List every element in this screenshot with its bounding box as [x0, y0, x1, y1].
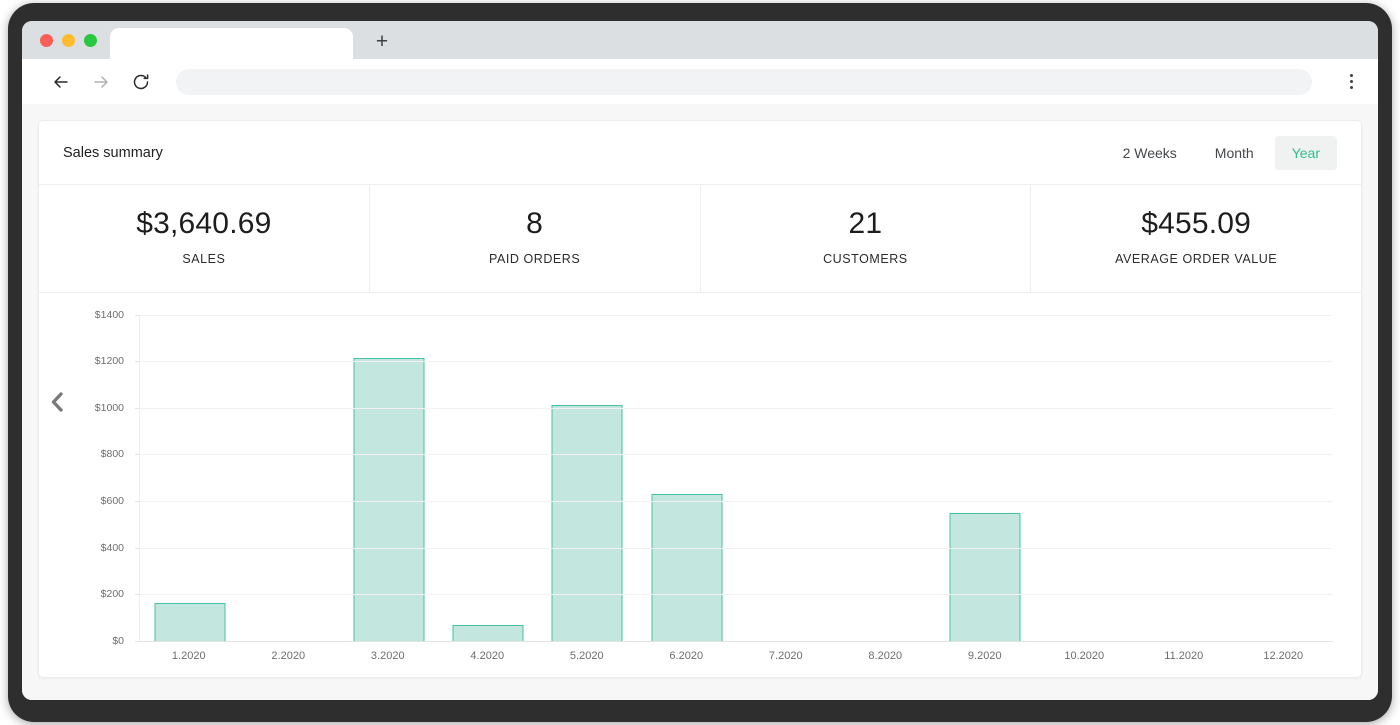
stats-row: $3,640.69 SALES 8 PAID ORDERS 21 CUSTOME…: [39, 185, 1361, 293]
close-window-button[interactable]: [40, 34, 53, 47]
chart-gridline: [140, 594, 1333, 596]
chart-y-tick-mark: [135, 641, 140, 642]
window-controls: [40, 34, 97, 47]
page-body: Sales summary 2 Weeks Month Year $3,640.…: [22, 104, 1378, 700]
chart-bar-slot: [140, 315, 239, 641]
chart-x-tick-label: 11.2020: [1164, 650, 1204, 662]
chart-y-axis: $0 $200 $400 $600 $800 $1000 $1200 $1400: [59, 309, 131, 647]
new-tab-button[interactable]: +: [365, 28, 399, 59]
chart-y-tick-label: $1400: [94, 308, 124, 321]
chart-bar-slot: [339, 315, 438, 641]
browser-tab[interactable]: [110, 28, 353, 59]
chart-gridline: [140, 641, 1333, 642]
chart-x-tick-label: 12.2020: [1263, 650, 1304, 662]
chart-bar[interactable]: [353, 358, 425, 641]
stat-paid-orders: 8 PAID ORDERS: [370, 185, 701, 292]
chart-x-tick-label: 9.2020: [967, 650, 1002, 662]
period-button-month[interactable]: Month: [1198, 136, 1271, 170]
chart-x-tick-label: 7.2020: [768, 650, 803, 662]
stat-value: 21: [848, 207, 883, 240]
chart-bar[interactable]: [651, 493, 723, 641]
stat-label: CUSTOMERS: [823, 251, 908, 266]
chart-bar-slot: [538, 315, 637, 641]
chart-bar-slot: [836, 315, 935, 641]
chart-x-axis: 1.2020 2.2020 3.2020 4.2020 5.2020 6.2020 7.20…: [139, 643, 1333, 667]
chart-x-tick-label: 8.2020: [868, 650, 903, 662]
device-frame: + Sales summary 2 Weeks Month Year $3,64…: [8, 3, 1392, 722]
chart-gridline: [140, 501, 1333, 503]
chart-y-tick-label: $800: [100, 448, 124, 461]
browser-toolbar: [22, 59, 1378, 104]
maximize-window-button[interactable]: [84, 34, 97, 47]
reload-icon[interactable]: [130, 71, 152, 93]
chart-gridline: [140, 407, 1333, 409]
stat-value: 8: [526, 207, 544, 240]
chart-bars: [140, 315, 1333, 641]
chart-y-tick-mark: [135, 407, 140, 409]
chart-gridline: [140, 314, 1333, 316]
kebab-menu-icon[interactable]: [1338, 69, 1364, 95]
stat-label: AVERAGE ORDER VALUE: [1115, 251, 1278, 266]
period-button-2-weeks[interactable]: 2 Weeks: [1106, 136, 1194, 170]
chart-y-tick-mark: [135, 501, 140, 503]
arrow-right-icon[interactable]: [90, 71, 112, 93]
chart-bar-slot: [737, 315, 836, 641]
stat-customers: 21 CUSTOMERS: [701, 185, 1032, 292]
chart-gridline: [140, 547, 1333, 549]
stat-sales: $3,640.69 SALES: [39, 185, 370, 292]
stat-label: PAID ORDERS: [489, 251, 581, 266]
chart-y-tick-mark: [135, 361, 140, 363]
chart-y-tick-mark: [135, 547, 140, 549]
card-header: Sales summary 2 Weeks Month Year: [39, 121, 1361, 185]
chart-x-tick-label: 3.2020: [370, 650, 405, 662]
chart-bar-slot: [1134, 315, 1233, 641]
sales-bar-chart: $0 $200 $400 $600 $800 $1000 $1200 $1400 1.2020…: [39, 293, 1361, 677]
chart-x-tick-label: 4.2020: [470, 650, 505, 662]
address-bar-input[interactable]: [176, 68, 1312, 95]
chevron-left-icon[interactable]: [44, 387, 70, 417]
chart-bar-slot: [1234, 315, 1333, 641]
chart-y-tick-label: $0: [112, 635, 124, 647]
browser-window: + Sales summary 2 Weeks Month Year $3,64…: [22, 21, 1378, 700]
chart-x-tick-label: 10.2020: [1064, 650, 1105, 662]
chart-y-tick-label: $200: [100, 588, 124, 601]
chart-bar[interactable]: [452, 625, 524, 641]
chart-x-tick-label: 5.2020: [569, 650, 604, 662]
chart-y-tick-mark: [135, 454, 140, 456]
browser-tabstrip: +: [22, 21, 1378, 59]
chart-x-tick-label: 1.2020: [171, 650, 206, 662]
chart-y-tick-mark: [135, 594, 140, 596]
chart-x-tick-label: 2.2020: [271, 650, 306, 662]
chart-bar-slot: [438, 315, 537, 641]
chart-bar-slot: [239, 315, 338, 641]
sales-summary-card: Sales summary 2 Weeks Month Year $3,640.…: [38, 120, 1362, 678]
chart-gridline: [140, 361, 1333, 363]
chart-bar-slot: [637, 315, 736, 641]
chart-bar-slot: [935, 315, 1034, 641]
stat-average-order-value: $455.09 AVERAGE ORDER VALUE: [1031, 185, 1361, 292]
stat-value: $455.09: [1141, 207, 1252, 240]
chart-y-tick-label: $600: [100, 495, 124, 508]
stat-value: $3,640.69: [136, 207, 272, 240]
chart-bar[interactable]: [551, 405, 623, 641]
chart-x-tick-label: 6.2020: [669, 650, 704, 662]
chart-gridline: [140, 454, 1333, 456]
minimize-window-button[interactable]: [62, 34, 75, 47]
page-title: Sales summary: [63, 144, 163, 161]
chart-y-tick-label: $1000: [94, 401, 124, 414]
stat-label: SALES: [182, 251, 226, 266]
chart-y-tick-label: $1200: [94, 355, 124, 368]
arrow-left-icon[interactable]: [50, 71, 72, 93]
chart-y-tick-label: $400: [100, 541, 124, 554]
chart-bar[interactable]: [154, 603, 226, 641]
period-selector: 2 Weeks Month Year: [1106, 135, 1337, 170]
chart-bar[interactable]: [949, 513, 1021, 641]
period-button-year[interactable]: Year: [1274, 135, 1337, 170]
chart-bar-slot: [1035, 315, 1134, 641]
chart-y-tick-mark: [135, 314, 140, 316]
chart-plot-area: [135, 314, 1333, 642]
